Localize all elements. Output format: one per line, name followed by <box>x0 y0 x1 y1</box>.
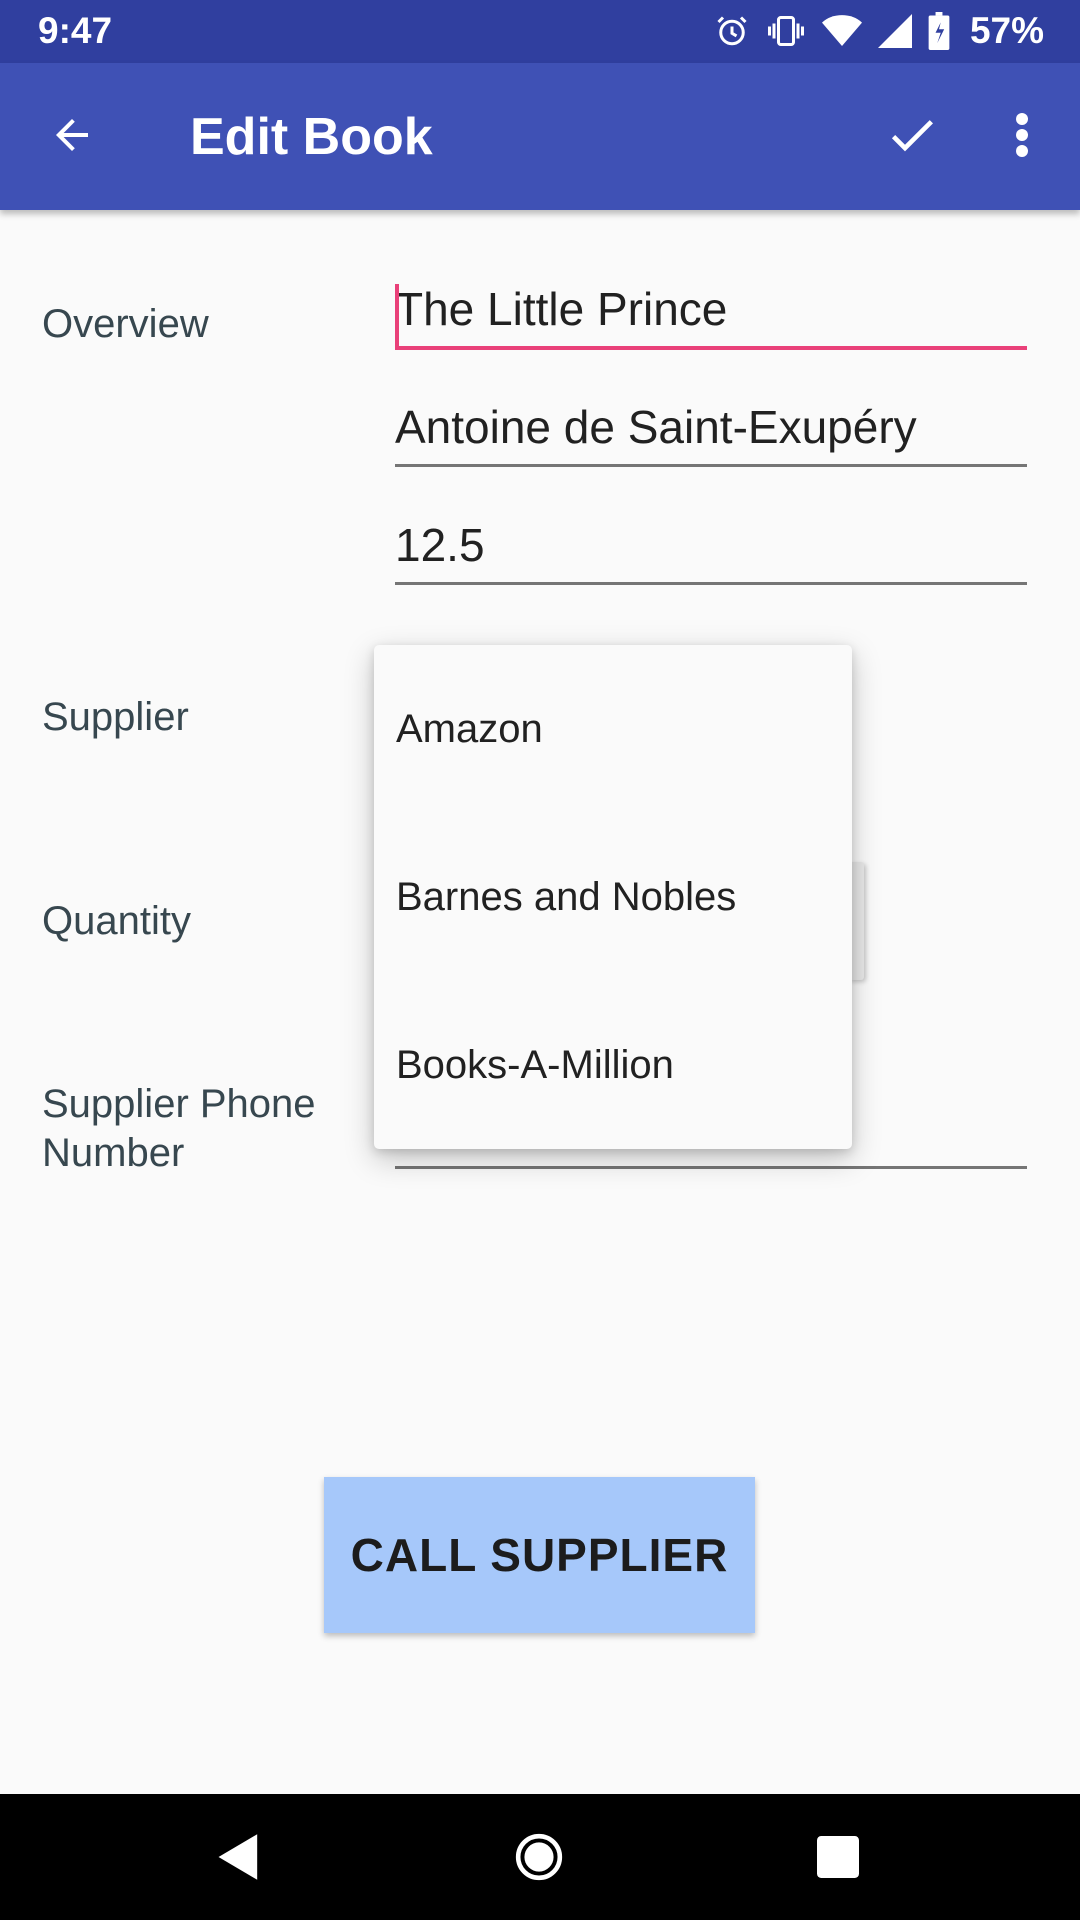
nav-bar <box>0 1794 1080 1920</box>
status-icons: 57% <box>714 9 1044 53</box>
alarm-icon <box>714 13 750 49</box>
price-field[interactable]: 12.5 <box>395 518 1027 585</box>
title-field[interactable]: The Little Prince <box>395 282 1027 350</box>
supplier-dropdown: Amazon Barnes and Nobles Books-A-Million <box>374 645 852 1149</box>
overview-label: Overview <box>42 302 209 346</box>
author-field[interactable]: Antoine de Saint-Exupéry <box>395 400 1027 467</box>
author-value: Antoine de Saint-Exupéry <box>395 401 917 453</box>
status-time: 9:47 <box>38 10 113 51</box>
quantity-label: Quantity <box>42 899 191 943</box>
dropdown-option[interactable]: Barnes and Nobles <box>374 813 852 981</box>
check-icon <box>884 107 940 168</box>
dropdown-option[interactable]: Books-A-Million <box>374 981 852 1149</box>
recents-square-icon <box>817 1835 859 1883</box>
signal-icon <box>877 13 912 49</box>
supplier-phone-label: Supplier Phone Number <box>42 1082 316 1175</box>
supplier-label: Supplier <box>42 695 189 739</box>
back-arrow-icon <box>48 111 96 164</box>
wifi-icon <box>821 13 862 49</box>
nav-recents-button[interactable] <box>793 1814 883 1904</box>
status-bar: 9:47 57% <box>0 0 1080 63</box>
app-bar: Edit Book <box>0 63 1080 210</box>
call-supplier-button[interactable]: CALL SUPPLIER <box>324 1477 755 1633</box>
back-triangle-icon <box>216 1832 262 1887</box>
title-value: The Little Prince <box>395 283 728 335</box>
battery-icon <box>928 12 950 50</box>
more-options-button[interactable] <box>990 101 1054 173</box>
back-button[interactable] <box>36 101 108 173</box>
more-vert-icon <box>1014 111 1030 164</box>
dropdown-option[interactable]: Amazon <box>374 645 852 813</box>
price-value: 12.5 <box>395 519 485 571</box>
vibrate-icon <box>766 13 806 49</box>
nav-home-button[interactable] <box>494 1814 584 1904</box>
supplier-phone-field[interactable] <box>395 1166 1027 1169</box>
save-button[interactable] <box>876 101 948 173</box>
nav-back-button[interactable] <box>194 1814 284 1904</box>
text-cursor <box>395 284 399 346</box>
battery-percent: 57% <box>969 10 1044 51</box>
home-circle-icon <box>514 1832 564 1887</box>
page-title: Edit Book <box>190 108 433 166</box>
